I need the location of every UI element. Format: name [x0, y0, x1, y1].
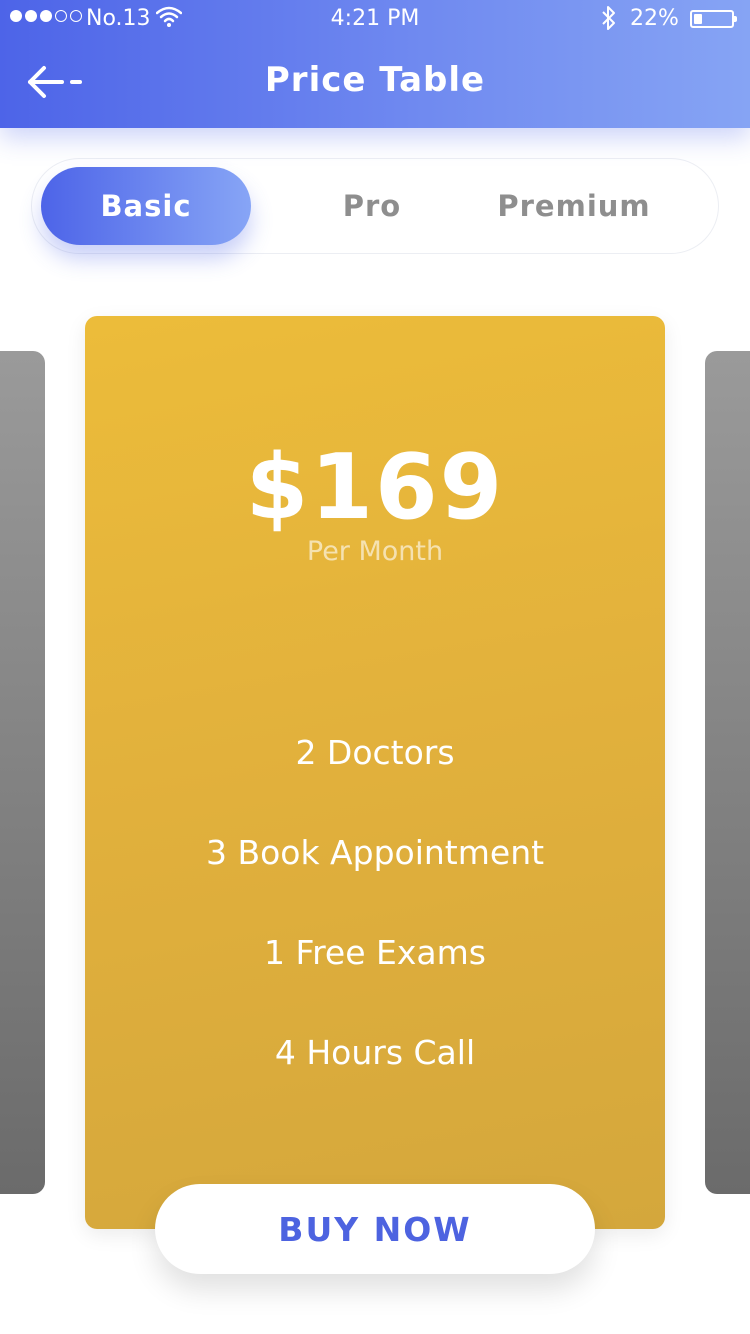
feature-item: 1 Free Exams	[264, 933, 486, 972]
header: No.13 4:21 PM 22% Price Table	[0, 0, 750, 128]
plan-period: Per Month	[306, 536, 444, 567]
feature-item: 4 Hours Call	[274, 1033, 476, 1072]
page-title: Price Table	[264, 60, 486, 100]
tab-basic[interactable]: Basic	[41, 167, 251, 245]
next-plan-card[interactable]	[705, 351, 750, 1194]
price-card: $169 Per Month 2 Doctors 3 Book Appointm…	[85, 316, 665, 1229]
plan-tabs: Basic Pro Premium	[31, 158, 719, 254]
previous-plan-card[interactable]	[0, 351, 45, 1194]
feature-item: 2 Doctors	[295, 733, 455, 772]
tab-premium[interactable]: Premium	[474, 167, 674, 245]
battery-icon	[690, 10, 737, 28]
bluetooth-icon	[600, 4, 618, 38]
feature-item: 3 Book Appointment	[205, 833, 545, 872]
status-bar: No.13 4:21 PM 22%	[0, 0, 750, 40]
buy-now-button[interactable]: BUY NOW	[155, 1184, 595, 1274]
plan-price: $169	[245, 435, 505, 540]
tab-pro[interactable]: Pro	[302, 167, 442, 245]
battery-percentage: 22%	[630, 6, 679, 31]
